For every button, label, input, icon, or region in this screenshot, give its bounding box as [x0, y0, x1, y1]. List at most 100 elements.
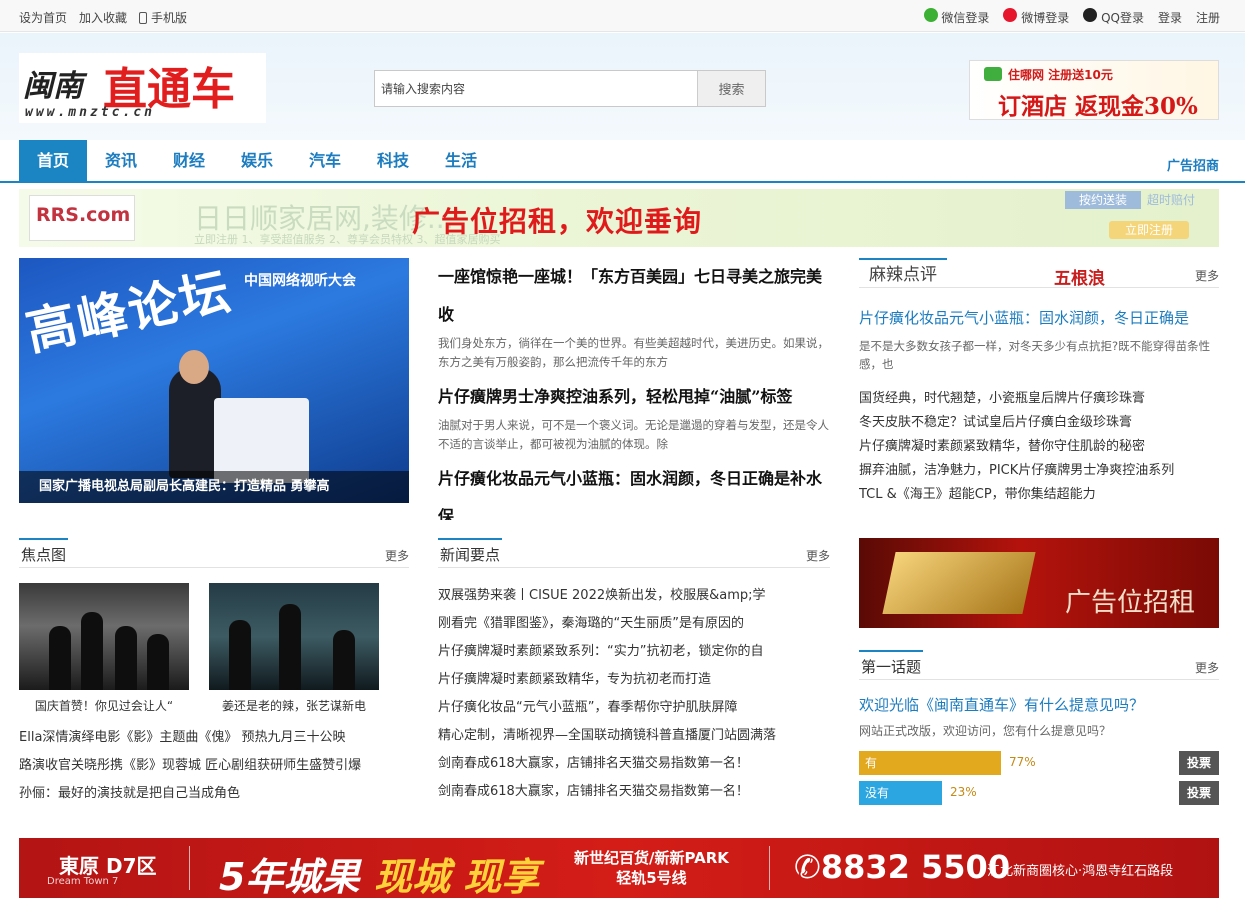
list-item[interactable]: 双展强势来袭丨CISUE 2022焕新出发，校服展&amp;学	[438, 582, 830, 610]
list-item-link[interactable]: 刚看完《猎罪图鉴》，秦海璐的“天生丽质”是有原因的	[438, 616, 744, 631]
nav-item-tech[interactable]: 科技	[359, 140, 427, 181]
weibo-icon	[1003, 8, 1018, 22]
qq-login-link[interactable]: QQ登录	[1083, 8, 1144, 26]
add-favorite-link[interactable]: 加入收藏	[79, 9, 127, 26]
list-item[interactable]: 路演收官关晓彤携《影》现蓉城 匠心剧组获研师生盛赞引爆	[19, 752, 409, 780]
list-item[interactable]: 精心定制，清晰视界—全国联动摘镜科普直播厦门站圆满落	[438, 722, 830, 750]
weibo-login-label: 微博登录	[1021, 11, 1070, 25]
list-item-link[interactable]: 孙俪：最好的演技就是把自己当成角色	[19, 786, 240, 801]
list-item[interactable]: 冬天皮肤不稳定？试试皇后片仔癀白金级珍珠膏	[859, 411, 1221, 435]
wide-ad-banner[interactable]: RRS.com 日日顺家居网,装修... 立即注册 1、享受超值服务 2、尊享会…	[19, 189, 1219, 247]
login-link[interactable]: 登录	[1158, 9, 1182, 26]
register-link[interactable]: 注册	[1196, 9, 1220, 26]
list-item[interactable]: 片仔癀化妆品“元气小蓝瓶”，春季帮你守护肌肤屏障	[438, 694, 830, 722]
list-item[interactable]: 孙俪：最好的演技就是把自己当成角色	[19, 780, 409, 808]
focus-thumb-caption-1[interactable]: 国庆首赞！你见过会让人“	[19, 697, 189, 714]
list-item-link[interactable]: 路演收官关晓彤携《影》现蓉城 匠心剧组获研师生盛赞引爆	[19, 758, 361, 773]
header-ad-brand: 住哪网 注册送10元	[1008, 68, 1113, 82]
mobile-version-label: 手机版	[151, 11, 188, 25]
bottom-ad-banner[interactable]: 東原 D7区 Dream Town 7 5年城果 现城 现享 新世纪百货/新新P…	[19, 838, 1219, 898]
headline-desc: 油腻对于男人来说，可不是一个褒义词。无论是邋遢的穿着与发型，还是令人不适的言谈举…	[438, 418, 829, 451]
focus-thumb-caption-2[interactable]: 姜还是老的辣，张艺谋新电	[209, 697, 379, 714]
wide-ad-tag2: 超时赔付	[1147, 193, 1196, 207]
nav-item-auto[interactable]: 汽车	[291, 140, 359, 181]
main-nav: 首页 资讯 财经 娱乐 汽车 科技 生活 广告招商	[0, 140, 1245, 183]
figure-shape	[49, 626, 71, 690]
header-ad-banner[interactable]: 住哪网 注册送10元 订酒店 返现金30%	[969, 60, 1219, 120]
list-item[interactable]: 片仔癀牌凝时素颜紧致精华，专为抗初老而打造	[438, 666, 830, 694]
mala-title: 麻辣点评	[859, 258, 947, 288]
ad-mall-line2: 轻轨5号线	[616, 869, 687, 887]
headline-item: 片仔癀化妆品元气小蓝瓶：固水润颜，冬日正确是补水保	[438, 460, 830, 520]
vote-button[interactable]: 投票	[1179, 751, 1219, 775]
focus-section-header: 焦点图 更多	[19, 538, 409, 568]
search-input[interactable]	[375, 71, 697, 106]
list-item-link[interactable]: 片仔癀牌凝时素颜紧致精华，专为抗初老而打造	[438, 672, 711, 687]
list-item-link[interactable]: 剑南春成618大赢家，店铺排名天猫交易指数第一名！	[438, 784, 749, 799]
list-item[interactable]: 剑南春成618大赢家，店铺排名天猫交易指数第一名！	[438, 778, 830, 806]
list-item-link[interactable]: 摒弃油腻，洁净魅力，PICK片仔癀牌男士净爽控油系列	[859, 463, 1174, 478]
speaker-head	[179, 350, 209, 384]
mobile-version-link[interactable]: 手机版	[139, 9, 187, 26]
vote-button[interactable]: 投票	[1179, 781, 1219, 805]
list-item-link[interactable]: 国货经典，时代翘楚，小瓷瓶皇后牌片仔癀珍珠膏	[859, 391, 1145, 406]
list-item-link[interactable]: 片仔癀牌凝时素颜紧致系列：“实力”抗初老，锁定你的自	[438, 644, 763, 659]
figure-shape	[147, 634, 169, 690]
right-ad-banner[interactable]: 广告位招租	[859, 538, 1219, 628]
set-homepage-link[interactable]: 设为首页	[19, 9, 67, 26]
list-item-link[interactable]: 冬天皮肤不稳定？试试皇后片仔癀白金级珍珠膏	[859, 415, 1132, 430]
hero-image[interactable]: 高峰论坛 中国网络视听大会 国家广播电视总局副局长高建民：打造精品 勇攀高	[19, 258, 409, 503]
headline-title[interactable]: 片仔癀牌男士净爽控油系列，轻松甩掉“油腻”标签	[438, 387, 792, 406]
phone-icon	[139, 11, 148, 24]
qq-icon	[1083, 8, 1098, 22]
hero-caption: 国家广播电视总局副局长高建民：打造精品 勇攀高	[19, 471, 409, 503]
list-item[interactable]: 国货经典，时代翘楚，小瓷瓶皇后牌片仔癀珍珠膏	[859, 387, 1221, 411]
list-item-link[interactable]: Ella深情演绎电影《影》主题曲《傀》 预热九月三十公映	[19, 730, 346, 745]
weibo-login-link[interactable]: 微博登录	[1003, 8, 1069, 26]
mala-section-header: 麻辣点评 五根浪 更多	[859, 258, 1219, 289]
news-more-link[interactable]: 更多	[806, 547, 830, 564]
nav-item-news[interactable]: 资讯	[87, 140, 155, 181]
figure-shape	[333, 630, 355, 690]
list-item-link[interactable]: 片仔癀化妆品“元气小蓝瓶”，春季帮你守护肌肤屏障	[438, 700, 737, 715]
site-logo[interactable]: 闽南 直通车 www.mnztc.cn	[19, 53, 266, 123]
list-item[interactable]: 摒弃油腻，洁净魅力，PICK片仔癀牌男士净爽控油系列	[859, 459, 1221, 483]
list-item-link[interactable]: TCL &《海王》超能CP，带你集结超能力	[859, 487, 1096, 502]
nav-item-home[interactable]: 首页	[19, 140, 87, 181]
focus-thumb-2[interactable]	[209, 583, 379, 690]
list-item[interactable]: 片仔癀牌凝时素颜紧致精华，替你守住肌龄的秘密	[859, 435, 1221, 459]
list-item[interactable]: 剑南春成618大赢家，店铺排名天猫交易指数第一名！	[438, 750, 830, 778]
mala-top-title[interactable]: 片仔癀化妆品元气小蓝瓶：固水润颜，冬日正确是	[859, 307, 1189, 328]
wechat-login-link[interactable]: 微信登录	[923, 8, 989, 26]
login-links: 微信登录 微博登录 QQ登录 登录 注册	[923, 8, 1220, 26]
topic-more-link[interactable]: 更多	[1195, 659, 1219, 676]
list-item-link[interactable]: 精心定制，清晰视界—全国联动摘镜科普直播厦门站圆满落	[438, 728, 776, 743]
nav-item-life[interactable]: 生活	[427, 140, 495, 181]
vote-option-no: 没有 23% 投票	[859, 781, 1219, 805]
nav-item-entertainment[interactable]: 娱乐	[223, 140, 291, 181]
wide-ad-headline: 广告位招租，欢迎垂询	[412, 205, 703, 238]
ad-inquiry-link[interactable]: 广告招商	[1167, 155, 1219, 174]
headline-title[interactable]: 片仔癀化妆品元气小蓝瓶：固水润颜，冬日正确是补水保	[438, 469, 822, 520]
top-links: 设为首页 加入收藏 手机版	[19, 9, 187, 26]
ad-slogan-1: 5年城果	[219, 855, 360, 898]
list-item-link[interactable]: 剑南春成618大赢家，店铺排名天猫交易指数第一名！	[438, 756, 749, 771]
list-item-link[interactable]: 双展强势来袭丨CISUE 2022焕新出发，校服展&amp;学	[438, 588, 766, 603]
list-item[interactable]: TCL &《海王》超能CP，带你集结超能力	[859, 483, 1221, 507]
list-item[interactable]: 刚看完《猎罪图鉴》，秦海璐的“天生丽质”是有原因的	[438, 610, 830, 638]
mala-more-link[interactable]: 更多	[1195, 267, 1219, 284]
header-ad-main: 订酒店 返现金30%	[998, 93, 1198, 120]
topic-desc: 网站正式改版，欢迎访问，您有什么提意见吗？	[859, 724, 1112, 738]
nav-item-finance[interactable]: 财经	[155, 140, 223, 181]
list-item[interactable]: 片仔癀牌凝时素颜紧致系列：“实力”抗初老，锁定你的自	[438, 638, 830, 666]
topic-question[interactable]: 欢迎光临《闽南直通车》有什么提意见吗？	[859, 694, 1144, 715]
headline-title[interactable]: 一座馆惊艳一座城！「东方百美园」七日寻美之旅完美收	[438, 267, 822, 324]
vote-bar: 没有	[859, 781, 942, 805]
search-box: 搜索	[374, 70, 766, 107]
list-item[interactable]: Ella深情演绎电影《影》主题曲《傀》 预热九月三十公映	[19, 724, 409, 752]
focus-more-link[interactable]: 更多	[385, 547, 409, 564]
list-item-link[interactable]: 片仔癀牌凝时素颜紧致精华，替你守住肌龄的秘密	[859, 439, 1145, 454]
search-button[interactable]: 搜索	[697, 71, 765, 106]
focus-thumb-1[interactable]	[19, 583, 189, 690]
d7-brand-sub: Dream Town 7	[47, 876, 119, 887]
